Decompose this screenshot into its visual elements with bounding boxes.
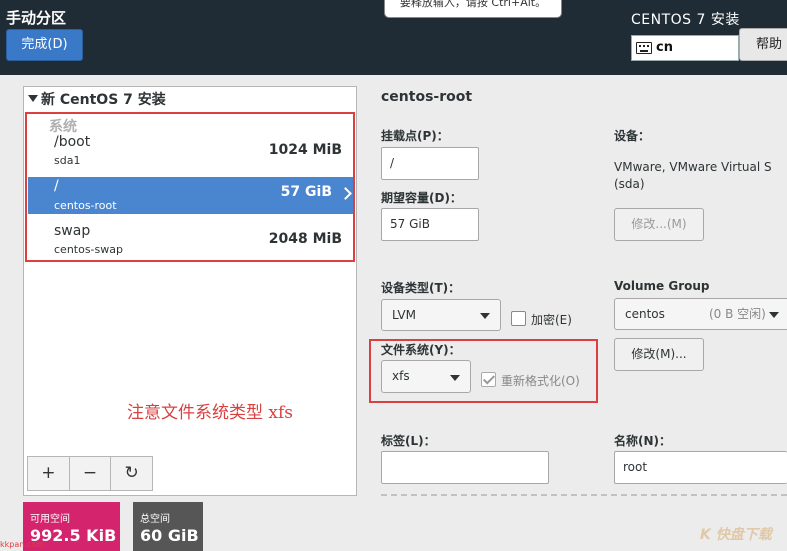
dropdown-arrow-icon <box>450 374 460 381</box>
filesystem-label: 文件系统(Y)： <box>381 343 461 357</box>
dropdown-arrow-icon <box>480 313 490 319</box>
device-description: VMware, VMware Virtual S (sda) <box>614 160 772 191</box>
encrypt-checkbox[interactable] <box>511 311 526 326</box>
filesystem-select[interactable]: xfs <box>381 360 471 393</box>
desired-capacity-label: 期望容量(D)： <box>381 191 462 205</box>
chevron-right-icon <box>339 187 352 200</box>
device-type-value: LVM <box>392 308 416 322</box>
mount-device: centos-swap <box>54 243 123 256</box>
total-space-badge: 总空间 60 GiB <box>133 502 203 551</box>
watermark-right: K 快盘下载 <box>700 527 772 543</box>
watermark-left: kkpan.com <box>0 540 44 549</box>
reformat-label: 重新格式化(O) <box>501 374 580 388</box>
device-type-label: 设备类型(T)： <box>381 281 461 295</box>
dropdown-arrow-icon <box>769 312 779 318</box>
keyboard-layout-label: cn <box>656 40 673 55</box>
mount-size: 1024 MiB <box>268 142 342 158</box>
volume-group-free: (0 B 空闲) <box>709 307 766 321</box>
header-bar: 手动分区 完成(D) 要释放输入，请按 Ctrl+Alt。 CENTOS 7 安… <box>0 0 787 75</box>
name-label: 名称(N)： <box>614 434 672 448</box>
page-title: 手动分区 <box>6 9 67 27</box>
modify-device-button[interactable]: 修改...(M) <box>614 208 704 241</box>
total-space-value: 60 GiB <box>140 526 199 545</box>
keyboard-layout-indicator[interactable]: cn <box>631 35 739 61</box>
volume-group-label: Volume Group <box>614 279 710 293</box>
tag-input[interactable] <box>381 451 549 484</box>
mount-name: swap <box>54 223 91 239</box>
mount-size: 57 GiB <box>280 184 332 200</box>
help-button[interactable]: 帮助 <box>739 28 787 61</box>
refresh-button[interactable]: ↻ <box>111 457 152 490</box>
mount-item-root[interactable]: / centos-root 57 GiB <box>28 177 354 214</box>
mount-point-input[interactable]: / <box>381 147 479 180</box>
release-input-tooltip: 要释放输入，请按 Ctrl+Alt。 <box>384 0 562 18</box>
available-space-label: 可用空间 <box>30 514 70 525</box>
mount-device: sda1 <box>54 154 81 167</box>
done-button[interactable]: 完成(D) <box>6 29 83 61</box>
install-title-label: 新 CentOS 7 安装 <box>41 92 166 108</box>
install-group-header[interactable]: 新 CentOS 7 安装 <box>28 89 166 109</box>
mount-name: /boot <box>54 134 91 150</box>
mount-item-boot[interactable]: /boot sda1 1024 MiB <box>28 131 354 173</box>
annotation-text: 注意文件系统类型 xfs <box>127 403 294 423</box>
mount-device: centos-root <box>54 199 117 212</box>
mount-point-list-panel: 新 CentOS 7 安装 系统 /boot sda1 1024 MiB / c… <box>23 86 357 496</box>
mount-name: / <box>54 178 59 194</box>
total-space-label: 总空间 <box>140 514 170 525</box>
tag-label: 标签(L)： <box>381 434 436 448</box>
modify-volume-group-button[interactable]: 修改(M)... <box>614 338 704 371</box>
add-mount-button[interactable]: + <box>28 457 70 490</box>
keyboard-icon <box>636 42 652 54</box>
mount-size: 2048 MiB <box>268 231 342 247</box>
selected-mount-title: centos-root <box>381 89 473 105</box>
mount-toolbar: + − ↻ <box>27 456 153 491</box>
encrypt-label: 加密(E) <box>531 313 572 327</box>
filesystem-value: xfs <box>392 369 410 383</box>
divider-line <box>381 494 787 496</box>
reformat-checkbox[interactable] <box>481 372 496 387</box>
device-type-select[interactable]: LVM <box>381 299 501 331</box>
volume-group-value: centos <box>625 307 665 321</box>
remove-mount-button[interactable]: − <box>70 457 112 490</box>
expander-down-icon <box>28 95 38 102</box>
product-title: CENTOS 7 安装 <box>631 12 740 28</box>
mount-item-swap[interactable]: swap centos-swap 2048 MiB <box>28 220 354 262</box>
desired-capacity-input[interactable]: 57 GiB <box>381 208 479 241</box>
name-input[interactable]: root <box>614 451 787 484</box>
mount-point-label: 挂载点(P)： <box>381 129 449 143</box>
volume-group-select[interactable]: centos (0 B 空闲) <box>614 298 787 330</box>
device-label: 设备： <box>614 129 651 143</box>
